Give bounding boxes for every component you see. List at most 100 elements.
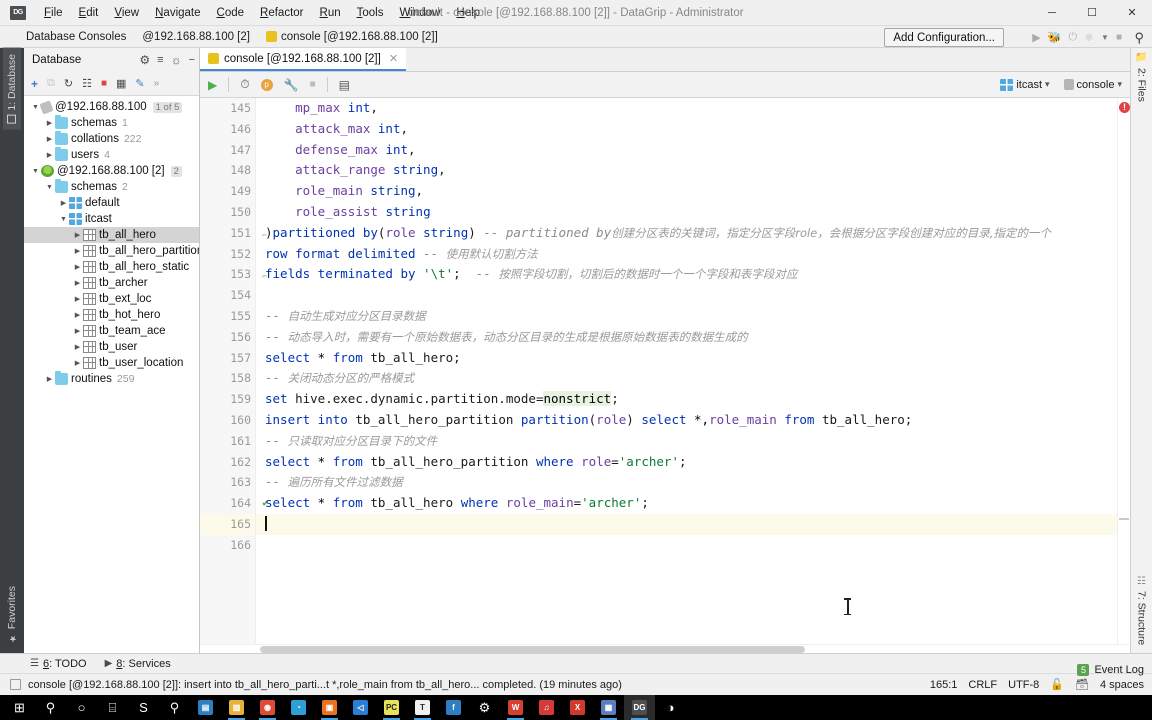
file-encoding[interactable]: UTF-8 <box>1008 679 1039 691</box>
line-number-152[interactable]: 152 <box>200 244 255 265</box>
line-number-159[interactable]: 159 <box>200 389 255 410</box>
code-line-160[interactable]: insert into tb_all_hero_partition partit… <box>265 410 1117 431</box>
sidebar-tab-structure[interactable]: ☷ 7: Structure <box>1134 572 1150 649</box>
app-edge-icon[interactable]: ◔ <box>283 695 314 720</box>
code-line-157[interactable]: select * from tb_all_hero; <box>265 348 1117 369</box>
tree-item-schemas[interactable]: ▶ schemas 1 <box>24 115 199 131</box>
line-number-150[interactable]: 150 <box>200 202 255 223</box>
unlocked-icon[interactable]: 🔓 <box>1050 678 1064 691</box>
chevron-right-icon[interactable]: ▶ <box>44 375 55 383</box>
app-chrome-icon[interactable]: ◉ <box>252 695 283 720</box>
line-number-165[interactable]: 165 <box>200 513 255 535</box>
line-number-147[interactable]: 147 <box>200 140 255 161</box>
schema-selector[interactable]: itcast ▾ <box>1000 78 1050 91</box>
session-selector[interactable]: console ▾ <box>1063 79 1122 91</box>
close-button[interactable]: ✕ <box>1112 0 1152 26</box>
collapse-icon[interactable]: ≡ <box>157 54 163 66</box>
line-number-162[interactable]: 162 <box>200 452 255 473</box>
line-number-149[interactable]: 149 <box>200 181 255 202</box>
tree-item-tb-user-location[interactable]: ▶ tb_user_location <box>24 355 199 371</box>
menu-item-tools[interactable]: Tools <box>349 4 392 22</box>
error-marker-rail[interactable]: ! <box>1117 98 1130 644</box>
tree-item-tb-team-ace[interactable]: ▶ tb_team_ace <box>24 323 199 339</box>
hide-panel-icon[interactable]: − <box>189 54 195 66</box>
app-search-icon[interactable]: ⚲ <box>159 695 190 720</box>
branch-icon[interactable]: 🗃 <box>1075 678 1089 691</box>
chevron-right-icon[interactable]: ▶ <box>58 199 69 207</box>
stop-icon[interactable]: ■ <box>1116 32 1122 43</box>
line-number-146[interactable]: 146 <box>200 119 255 140</box>
tree-item-tb-all-hero[interactable]: ▶ tb_all_hero <box>24 227 199 243</box>
app-pycharm-icon[interactable]: PC <box>376 695 407 720</box>
code-line-164[interactable]: select * from tb_all_hero where role_mai… <box>265 493 1117 514</box>
app-other-icon[interactable]: ◑ <box>655 695 686 720</box>
code-line-147[interactable]: defense_max int, <box>265 140 1117 161</box>
stop-icon[interactable]: ■ <box>101 78 107 89</box>
search-icon[interactable]: ⚲ <box>35 695 66 720</box>
status-message[interactable]: console [@192.168.88.100 [2]]: insert in… <box>28 679 622 691</box>
app-explorer-icon[interactable]: ▧ <box>221 695 252 720</box>
chevron-right-icon[interactable]: ▶ <box>72 231 83 239</box>
app-store-icon[interactable]: ▤ <box>190 695 221 720</box>
chevron-right-icon[interactable]: ▶ <box>72 247 83 255</box>
tree-item-tb-all-hero-static[interactable]: ▶ tb_all_hero_static <box>24 259 199 275</box>
line-number-155[interactable]: 155 <box>200 306 255 327</box>
line-number-163[interactable]: 163 <box>200 472 255 493</box>
chevron-right-icon[interactable]: ▶ <box>72 279 83 287</box>
tree-item--192-168-88-100[interactable]: ▼ @192.168.88.100 1 of 5 <box>24 99 199 115</box>
coverage-icon[interactable]: ⏻ <box>1068 31 1077 44</box>
app-office-icon[interactable]: ▣ <box>314 695 345 720</box>
code-content[interactable]: mp_max int, attack_max int, defense_max … <box>256 98 1117 644</box>
tool-window-services[interactable]: ▶ 8: Services <box>105 658 171 670</box>
tree-item-tb-all-hero-partition[interactable]: ▶ tb_all_hero_partition <box>24 243 199 259</box>
database-tree[interactable]: ▼ @192.168.88.100 1 of 5 ▶ schemas 1 ▶ collatio… <box>24 96 199 653</box>
code-line-156[interactable]: -- 动态导入时，需要有一个原始数据表，动态分区目录的生成是根据原始数据表的数据… <box>265 327 1117 348</box>
code-line-145[interactable]: mp_max int, <box>265 98 1117 119</box>
tree-item-tb-archer[interactable]: ▶ tb_archer <box>24 275 199 291</box>
parameters-icon[interactable]: p <box>260 78 273 91</box>
line-number-156[interactable]: 156 <box>200 327 255 348</box>
settings-icon[interactable]: ☼ <box>171 53 182 67</box>
line-number-gutter[interactable]: 145 146 147 148 149 150 151 ⌐ 152 153 ⌐ 154 155 156 15… <box>200 98 269 644</box>
menu-item-edit[interactable]: Edit <box>71 4 107 22</box>
chevron-right-icon[interactable]: ▶ <box>44 119 55 127</box>
sync-icon[interactable]: ⚙ <box>139 53 150 67</box>
search-everywhere-icon[interactable]: ⚲ <box>1134 30 1144 46</box>
line-number-166[interactable]: 166 <box>200 535 255 556</box>
menu-item-view[interactable]: View <box>106 4 147 22</box>
chevron-down-icon[interactable]: ▼ <box>44 184 55 191</box>
task-view-icon[interactable]: ⌸ <box>97 695 128 720</box>
tree-item-tb-user[interactable]: ▶ tb_user <box>24 339 199 355</box>
tree-item-users[interactable]: ▶ users 4 <box>24 147 199 163</box>
line-separator[interactable]: CRLF <box>968 679 997 691</box>
app-datagrip-icon[interactable]: DG <box>624 695 655 720</box>
menu-item-help[interactable]: Help <box>448 4 488 22</box>
app-typora-icon[interactable]: T <box>407 695 438 720</box>
history-icon[interactable]: ⏱ <box>240 77 249 92</box>
line-number-151[interactable]: 151 ⌐ <box>200 223 267 244</box>
code-line-149[interactable]: role_main string, <box>265 181 1117 202</box>
code-line-153[interactable]: fields terminated by '\t'; -- 按照字段切割，切割后… <box>265 264 1117 285</box>
cortana-icon[interactable]: ○ <box>66 695 97 720</box>
line-number-157[interactable]: 157 <box>200 348 255 369</box>
line-number-164[interactable]: 164 ✔ <box>200 493 269 514</box>
refresh-icon[interactable]: ↻ <box>64 77 73 90</box>
console-breadcrumb-item[interactable]: console [@192.168.88.100 [2]] <box>265 31 438 43</box>
chevron-right-icon[interactable]: ▶ <box>72 343 83 351</box>
line-number-161[interactable]: 161 <box>200 431 255 452</box>
code-line-152[interactable]: row format delimited -- 使用默认切割方法 <box>265 244 1117 265</box>
code-line-148[interactable]: attack_range string, <box>265 160 1117 181</box>
code-line-158[interactable]: -- 关闭动态分区的严格模式 <box>265 368 1117 389</box>
code-editor[interactable]: 145 146 147 148 149 150 151 ⌐ 152 153 ⌐ 154 155 156 15… <box>200 98 1130 644</box>
chevron-right-icon[interactable]: ▶ <box>72 311 83 319</box>
menu-item-file[interactable]: File <box>36 4 71 22</box>
chevron-right-icon[interactable]: ▶ <box>44 151 55 159</box>
debug-icon[interactable]: 🐝 <box>1048 31 1062 44</box>
wrench-icon[interactable]: 🔧 <box>284 78 299 92</box>
menu-item-navigate[interactable]: Navigate <box>147 4 208 22</box>
sidebar-tab-database[interactable]: 1: Database <box>3 48 21 130</box>
profile-icon[interactable]: ⚛ <box>1084 31 1094 44</box>
sidebar-tab-favorites[interactable]: ★ Favorites <box>3 580 21 649</box>
indent-setting[interactable]: 4 spaces <box>1100 679 1144 691</box>
tree-item-itcast[interactable]: ▼ itcast <box>24 211 199 227</box>
